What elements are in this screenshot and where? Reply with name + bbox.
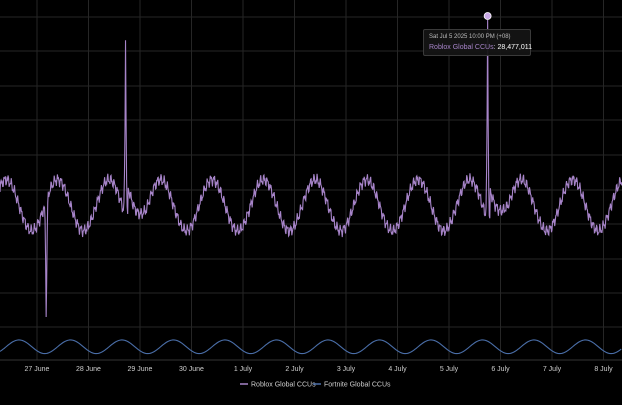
tooltip-date: Sat Jul 5 2025 10:00 PM (+08)	[429, 34, 511, 40]
roblox-line	[0, 19, 622, 318]
x-tick-label: 3 July	[337, 366, 356, 373]
x-tick-label: 5 July	[440, 366, 459, 373]
fortnite-line	[0, 339, 622, 355]
x-tick-label: 6 July	[491, 366, 510, 373]
x-tick-label: 30 June	[179, 366, 204, 373]
x-tick-label: 2 July	[285, 366, 304, 373]
legend: Roblox Global CCUs Fortnite Global CCUs	[240, 382, 391, 389]
hover-point	[483, 12, 492, 20]
legend-label: Roblox Global CCUs	[251, 382, 316, 389]
x-tick-label: 27 June	[25, 366, 50, 373]
tooltip: Sat Jul 5 2025 10:00 PM (+08) Roblox Glo…	[423, 29, 532, 56]
chart-svg: 27 June 28 June 29 June 30 June 1 July 2 July…	[0, 0, 622, 389]
x-axis-ticks: 27 June 28 June 29 June 30 June 1 July 2 July…	[25, 366, 614, 373]
roblox-series	[0, 19, 622, 318]
x-tick-label: 29 June	[128, 366, 153, 373]
chart: 27 June 28 June 29 June 30 June 1 July 2 July…	[0, 0, 622, 400]
x-tick-label: 8 July	[594, 366, 613, 373]
x-tick-label: 7 July	[543, 366, 562, 373]
tooltip-row: Roblox Global CCUs: 28,477,011	[429, 44, 532, 51]
fortnite-series	[0, 339, 622, 355]
x-tick-label: 4 July	[388, 366, 407, 373]
tooltip-series-name: Roblox Global CCUs	[429, 44, 494, 51]
legend-item-0[interactable]: Roblox Global CCUs	[240, 382, 316, 389]
x-tick-label: 1 July	[234, 366, 253, 373]
hover-marker	[483, 12, 492, 20]
x-tick-label: 28 June	[76, 366, 101, 373]
legend-label: Fortnite Global CCUs	[324, 382, 391, 389]
tooltip-value: 28,477,011	[497, 44, 532, 51]
legend-item-1[interactable]: Fortnite Global CCUs	[313, 382, 391, 389]
